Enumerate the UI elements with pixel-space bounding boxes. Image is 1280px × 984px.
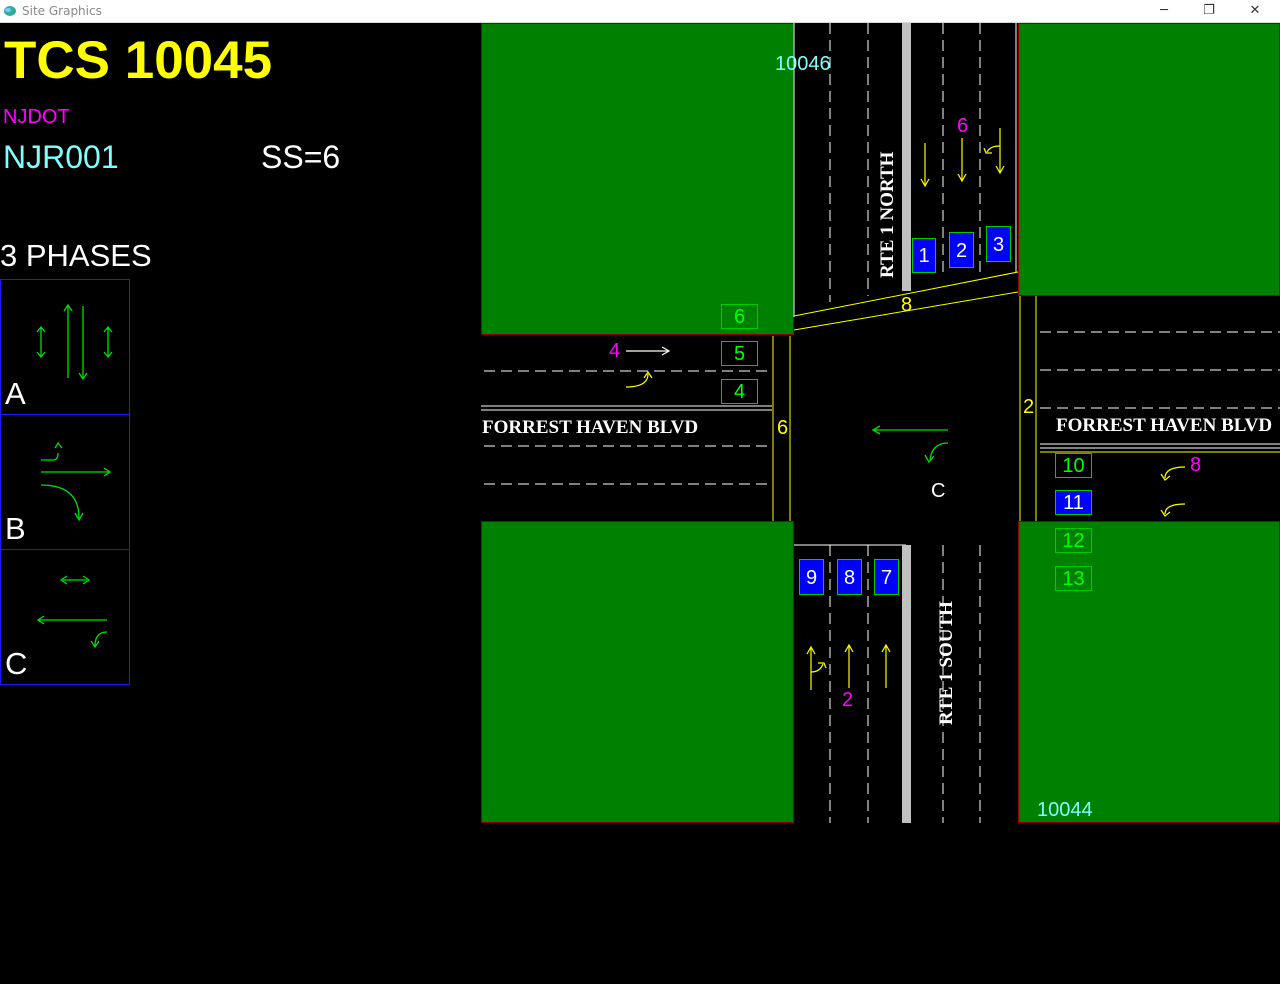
detector-7[interactable]: 7	[874, 559, 899, 595]
detector-1[interactable]: 1	[912, 238, 936, 273]
crosswalk-label-north: 8	[901, 294, 913, 316]
detector-2[interactable]: 2	[949, 232, 974, 268]
street-label-south: RTE 1 SOUTH	[936, 601, 957, 725]
phase-number-south: 2	[842, 689, 854, 711]
detector-11[interactable]: 11	[1055, 490, 1092, 515]
phase-number-north: 6	[957, 115, 969, 137]
neighbor-south-id[interactable]: 10044	[1037, 799, 1093, 822]
crosswalk-label-west: 6	[777, 417, 789, 439]
phase-number-west: 4	[609, 340, 621, 362]
active-phase-indicator: C	[931, 480, 946, 502]
phase-number-east: 8	[1190, 454, 1202, 476]
crosswalk-label-east: 2	[1023, 396, 1035, 418]
street-label-north: RTE 1 NORTH	[877, 151, 898, 278]
detector-8[interactable]: 8	[837, 559, 862, 595]
detector-6[interactable]: 6	[721, 304, 758, 329]
detector-5[interactable]: 5	[721, 341, 758, 366]
detector-4[interactable]: 4	[721, 379, 758, 404]
street-label-west: FORREST HAVEN BLVD	[482, 417, 699, 438]
detector-9[interactable]: 9	[799, 559, 824, 595]
detector-12[interactable]: 12	[1055, 528, 1092, 553]
neighbor-north-id[interactable]: 10046	[775, 53, 831, 76]
detector-3[interactable]: 3	[986, 226, 1011, 262]
detector-10[interactable]: 10	[1055, 453, 1092, 478]
detector-13[interactable]: 13	[1055, 566, 1092, 591]
street-label-east: FORREST HAVEN BLVD	[1056, 415, 1273, 436]
